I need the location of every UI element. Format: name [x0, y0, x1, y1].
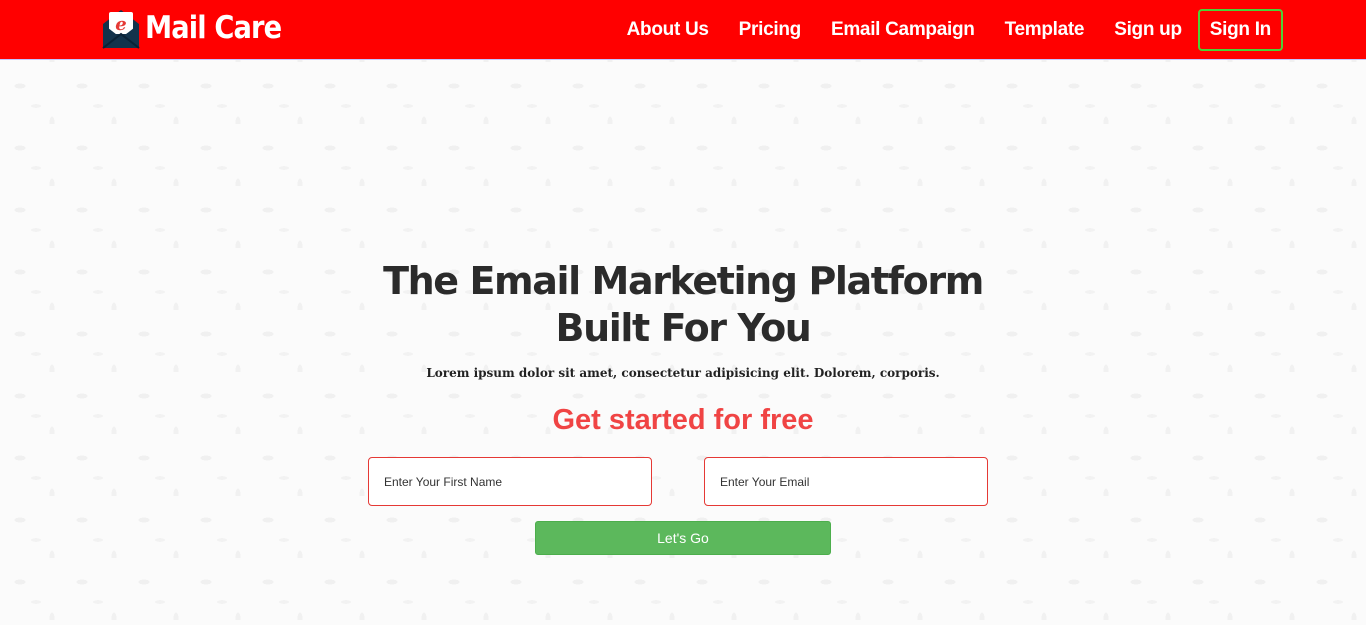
envelope-e-icon: e — [102, 10, 140, 49]
hero-title: The Email Marketing Platform Built For Y… — [383, 259, 984, 350]
nav-sign-up[interactable]: Sign up — [1114, 19, 1182, 41]
nav-email-campaign[interactable]: Email Campaign — [831, 19, 975, 41]
hero-section: The Email Marketing Platform Built For Y… — [0, 258, 1366, 437]
email-input[interactable] — [704, 457, 988, 506]
sign-in-button[interactable]: Sign In — [1197, 9, 1283, 51]
brand-logo[interactable]: e Mail Care — [101, 6, 300, 50]
nav-template[interactable]: Template — [1005, 19, 1085, 41]
first-name-input[interactable] — [368, 457, 652, 506]
cta-heading: Get started for free — [552, 404, 814, 436]
nav-about-us[interactable]: About Us — [627, 19, 709, 41]
brand-name: Mail Care — [145, 10, 282, 46]
lets-go-button[interactable]: Let's Go — [535, 521, 831, 555]
hero-subtitle: Lorem ipsum dolor sit amet, consectetur … — [426, 366, 940, 380]
svg-text:e: e — [115, 14, 126, 35]
nav-pricing[interactable]: Pricing — [739, 19, 802, 41]
main-nav: About Us Pricing Email Campaign Template… — [627, 8, 1283, 52]
navbar: e Mail Care About Us Pricing Email Campa… — [0, 0, 1366, 60]
